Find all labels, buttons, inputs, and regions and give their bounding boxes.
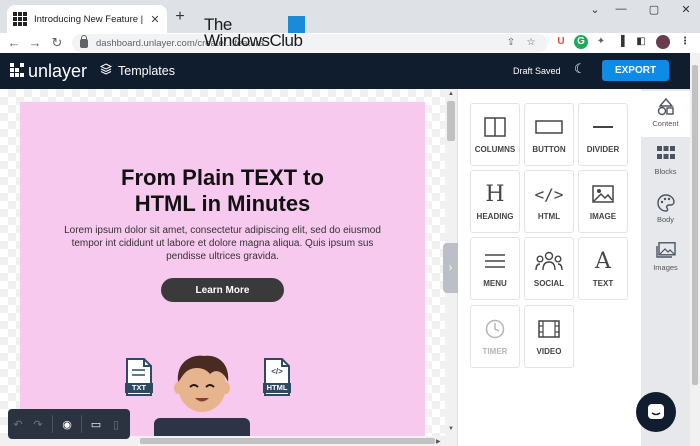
- tool-html[interactable]: </> HTML: [524, 170, 574, 233]
- email-body-text[interactable]: Lorem ipsum dolor sit amet, consectetur …: [60, 224, 385, 263]
- tool-divider[interactable]: DIVIDER: [578, 103, 628, 166]
- layers-icon: [99, 63, 113, 78]
- close-icon[interactable]: ✕: [676, 3, 696, 16]
- templates-button[interactable]: Templates: [99, 63, 175, 78]
- image-icon: [579, 182, 627, 206]
- mobile-view-icon[interactable]: ▯: [106, 418, 126, 431]
- chevron-right-icon: ›: [448, 262, 453, 274]
- rail-images[interactable]: Images: [641, 235, 690, 281]
- watermark-logo-icon: [288, 16, 305, 33]
- reload-icon[interactable]: ↻: [49, 34, 65, 52]
- divider-icon: [579, 115, 627, 139]
- button-icon: [525, 115, 573, 139]
- dark-mode-moon-icon[interactable]: ☾: [574, 61, 586, 77]
- profile-avatar[interactable]: [656, 35, 670, 49]
- heading-icon: H: [485, 181, 505, 207]
- timer-icon: [471, 317, 519, 341]
- canvas-bottom-toolbar: ↶ ↷ ◉ ▭ ▯: [8, 409, 130, 439]
- tool-menu[interactable]: MENU: [470, 237, 520, 300]
- tool-video[interactable]: VIDEO: [524, 305, 574, 368]
- share-icon[interactable]: ⇪: [504, 34, 518, 52]
- forward-icon[interactable]: →: [27, 34, 43, 52]
- browser-menu-icon[interactable]: ⋮: [678, 35, 692, 49]
- tool-button[interactable]: BUTTON: [524, 103, 574, 166]
- tab-close-icon[interactable]: ✕: [149, 13, 161, 26]
- rail-content[interactable]: Content: [641, 91, 690, 137]
- code-glyph-icon: </>: [271, 367, 283, 376]
- scroll-thumb[interactable]: [447, 101, 455, 141]
- browser-tab[interactable]: Introducing New Feature | Email ✕: [7, 5, 167, 33]
- scroll-up-icon[interactable]: ▲: [448, 91, 454, 97]
- tab-search-icon[interactable]: ⌄: [585, 3, 605, 16]
- extension-u-icon[interactable]: U: [554, 35, 568, 49]
- columns-icon: [471, 115, 519, 139]
- images-icon: [641, 242, 690, 260]
- chat-launcher-button[interactable]: [636, 392, 676, 432]
- tab-title: Introducing New Feature | Email: [34, 13, 143, 25]
- maximize-icon[interactable]: ▢: [644, 3, 664, 16]
- person-laptop-illustration: [154, 355, 250, 446]
- palette-icon: [641, 194, 690, 212]
- grid-icon: [641, 146, 690, 164]
- shapes-icon: [641, 98, 690, 116]
- menu-icon: [471, 249, 519, 273]
- text-icon: A: [595, 248, 611, 274]
- page-scroll-thumb[interactable]: [692, 65, 698, 385]
- back-icon[interactable]: ←: [6, 34, 22, 52]
- preview-eye-icon[interactable]: ◉: [57, 418, 77, 431]
- email-headline[interactable]: From Plain TEXT to HTML in Minutes: [20, 165, 425, 217]
- content-tools-panel: COLUMNS BUTTON DIVIDER H HEADING </> HTM…: [458, 89, 641, 446]
- address-bar[interactable]: dashboard.unlayer.com/create/...feature …: [72, 34, 548, 52]
- tool-heading[interactable]: H HEADING: [470, 170, 520, 233]
- new-tab-button[interactable]: +: [172, 8, 188, 26]
- undo-icon[interactable]: ↶: [8, 418, 28, 431]
- tool-timer[interactable]: TIMER: [470, 305, 520, 368]
- rail-body[interactable]: Body: [641, 187, 690, 233]
- desktop-view-icon[interactable]: ▭: [86, 418, 106, 431]
- scroll-right-icon[interactable]: ▶: [436, 438, 441, 445]
- reading-list-icon[interactable]: ▐: [614, 35, 628, 49]
- chat-icon: [648, 404, 664, 419]
- export-button[interactable]: EXPORT: [602, 60, 669, 81]
- panel-collapse-handle[interactable]: ›: [443, 243, 458, 293]
- bookmark-star-icon[interactable]: ☆: [524, 34, 538, 52]
- minimize-icon[interactable]: —: [611, 3, 631, 15]
- scroll-down-icon[interactable]: ▼: [448, 426, 454, 432]
- browser-tab-bar: Introducing New Feature | Email ✕ + ⌄ — …: [0, 0, 700, 33]
- email-content[interactable]: From Plain TEXT to HTML in Minutes Lorem…: [20, 102, 425, 446]
- tool-columns[interactable]: COLUMNS: [470, 103, 520, 166]
- app-header: unlayer Templates Draft Saved ☾ EXPORT: [0, 53, 690, 89]
- side-panel-icon[interactable]: ◧: [634, 35, 648, 49]
- code-icon: </>: [534, 184, 564, 204]
- social-icon: [525, 249, 573, 273]
- scroll-thumb-horizontal[interactable]: [140, 438, 435, 444]
- browser-toolbar: ← → ↻ dashboard.unlayer.com/create/...fe…: [0, 33, 700, 53]
- unlayer-favicon-icon: [13, 12, 27, 26]
- learn-more-button[interactable]: Learn More: [161, 278, 284, 302]
- editor-canvas[interactable]: From Plain TEXT to HTML in Minutes Lorem…: [0, 89, 445, 446]
- draft-status: Draft Saved: [513, 66, 561, 76]
- extensions-puzzle-icon[interactable]: ✦: [594, 35, 608, 49]
- tool-image[interactable]: IMAGE: [578, 170, 628, 233]
- redo-icon[interactable]: ↷: [28, 418, 48, 431]
- lock-icon: [80, 34, 88, 48]
- txt-file-icon: TXT: [125, 358, 153, 396]
- tool-social[interactable]: SOCIAL: [524, 237, 574, 300]
- video-icon: [525, 317, 573, 341]
- rail-blocks[interactable]: Blocks: [641, 139, 690, 185]
- unlayer-logo-icon: [10, 63, 24, 77]
- html-file-icon: </> HTML: [263, 358, 291, 396]
- watermark: The WindowsClub: [204, 16, 305, 49]
- tool-text[interactable]: A TEXT: [578, 237, 628, 300]
- templates-label: Templates: [118, 63, 175, 78]
- grammarly-icon[interactable]: G: [574, 35, 588, 49]
- brand-name: unlayer: [28, 61, 88, 81]
- page-vertical-scrollbar[interactable]: [690, 53, 700, 446]
